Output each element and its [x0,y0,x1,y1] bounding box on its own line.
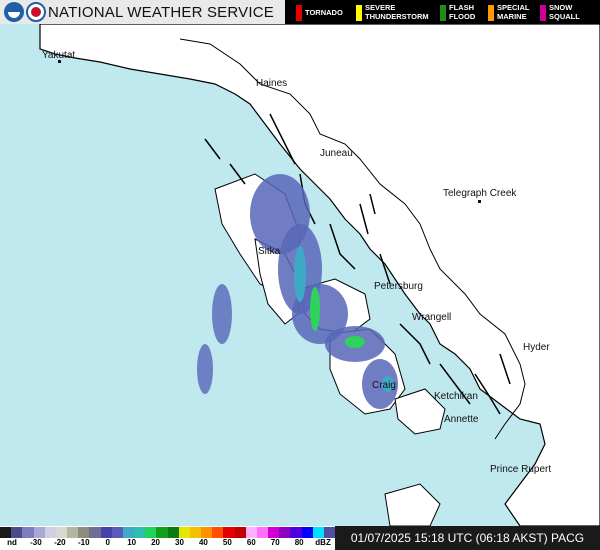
place-prince-rupert: Prince Rupert [490,464,552,475]
colorbar-label: -10 [78,538,90,547]
place-dot [478,200,481,203]
colorbar-label: -30 [30,538,42,547]
colorbar-cell [100,527,113,538]
colorbar-cell [55,527,68,538]
site-title: NATIONAL WEATHER SERVICE [48,4,274,21]
place-craig: Craig [372,380,396,391]
colorbar-cell [67,527,79,538]
timestamp-label: 01/07/2025 15:18 UTC (06:18 AKST) PACG [335,526,600,550]
radar-map[interactable]: Yakutat Haines Juneau Telegraph Creek Si… [0,23,600,527]
place-annette: Annette [444,414,479,425]
place-hyder: Hyder [523,342,550,353]
colorbar-label: 50 [222,538,232,547]
colorbar-cell [0,527,12,538]
legend-swatch [296,5,302,21]
colorbar-label: 0 [105,538,110,547]
colorbar-cell [290,527,302,538]
legend-label: SPECIAL MARINE [497,3,530,21]
legend-swatch [540,5,546,21]
reflectivity-colorbar: nd -30 -20 -10 0 10 20 30 40 50 60 70 80 dBZ [0,526,336,550]
colorbar-cell [201,527,213,538]
legend-severe-thunderstorm: SEVERE THUNDERSTORM [356,3,438,21]
legend-tornado: TORNADO [296,3,356,21]
colorbar-cell [312,527,325,538]
colorbar-cell [78,527,90,538]
colorbar-cell [212,527,224,538]
legend-label: FLASH FLOOD [449,3,476,21]
colorbar-cell [11,527,23,538]
colorbar-cell [178,527,191,538]
colorbar-label: 60 [246,538,256,547]
legend-swatch [488,5,494,21]
legend-label: TORNADO [305,8,343,17]
colorbar-cell [234,527,247,538]
colorbar-label: dBZ [315,538,331,547]
colorbar-cell [111,527,124,538]
colorbar-label: 80 [294,538,304,547]
legend-snow-squall: SNOW SQUALL [540,3,596,21]
header-bar: NATIONAL WEATHER SERVICE TORNADO SEVERE … [0,0,600,24]
colorbar-label: 40 [198,538,208,547]
legend-swatch [356,5,362,21]
colorbar-cell [189,527,202,538]
colorbar-label: 20 [151,538,161,547]
colorbar-cell [122,527,135,538]
nws-logo-icon [26,2,46,22]
colorbar-cell [33,527,46,538]
map-svg [0,23,600,527]
place-petersburg: Petersburg [374,281,423,292]
colorbar-cell [245,527,258,538]
colorbar-cell [22,527,34,538]
place-ketchikan: Ketchikan [434,391,478,402]
place-sitka: Sitka [258,246,281,257]
colorbar-cell [44,527,57,538]
legend-special-marine: SPECIAL MARINE [488,3,540,21]
colorbar-cell [301,527,314,538]
legend-flash-flood: FLASH FLOOD [440,3,488,21]
legend-swatch [440,5,446,21]
colorbar-cell [279,527,291,538]
colorbar-cell [167,527,180,538]
place-haines: Haines [256,78,288,89]
colorbar-label: -20 [54,538,66,547]
place-wrangell: Wrangell [412,312,452,323]
noaa-logo-icon [4,2,24,22]
brand-panel: NATIONAL WEATHER SERVICE [0,0,285,24]
colorbar-cell [156,527,168,538]
colorbar-label: 10 [127,538,137,547]
colorbar-cell [256,527,269,538]
colorbar-label: 30 [175,538,184,547]
place-telegraph-creek: Telegraph Creek [443,188,517,199]
colorbar-label: 70 [270,538,280,547]
legend-label: SNOW SQUALL [549,3,580,21]
colorbar-cell [89,527,101,538]
colorbar-cell [145,527,157,538]
colorbar-label: nd [7,538,17,547]
colorbar-cell [134,527,146,538]
place-juneau: Juneau [320,148,353,159]
colorbar-cell [323,527,336,538]
legend-label: SEVERE THUNDERSTORM [365,3,429,21]
colorbar-cell [268,527,280,538]
colorbar-cell [223,527,235,538]
place-dot [58,60,61,63]
